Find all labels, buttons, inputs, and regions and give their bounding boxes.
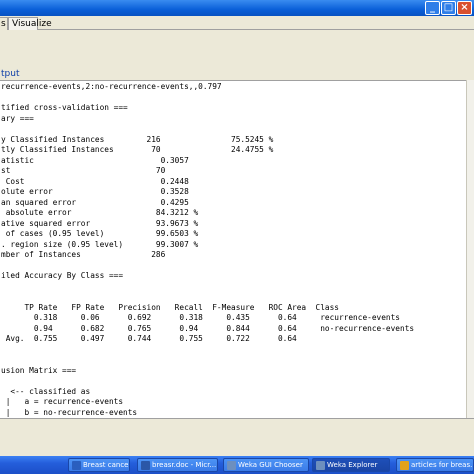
taskbar-item-label: Weka GUI Chooser: [238, 461, 303, 469]
weka-icon: [227, 461, 236, 470]
document-icon: [72, 461, 81, 470]
output-line: an squared error 0.4295: [1, 197, 189, 207]
tab-strip: s Visualize: [0, 16, 474, 30]
output-line: y Classified Instances 216 75.5245 %: [1, 134, 274, 144]
taskbar-item-breast-cancer[interactable]: Breast cancer oc...: [68, 458, 130, 472]
taskbar-item-articles[interactable]: articles for breas...: [396, 458, 474, 472]
tab-previous[interactable]: s: [0, 17, 8, 30]
taskbar-item-label: Weka Explorer: [327, 461, 378, 469]
output-line: usion Matrix ===: [1, 365, 77, 375]
output-line: Avg. 0.755 0.497 0.744 0.755 0.722 0.64: [1, 334, 297, 343]
output-line: . region size (0.95 level) 99.3007 %: [1, 239, 199, 249]
close-button[interactable]: ×: [457, 1, 472, 15]
taskbar-item-label: breasr.doc - Micr...: [152, 461, 217, 469]
output-line: | b = no-recurrence-events: [1, 407, 138, 417]
taskbar-item-weka-explorer[interactable]: Weka Explorer: [312, 458, 390, 472]
output-line: | a = recurrence-events: [1, 397, 124, 406]
taskbar-item-label: articles for breas...: [411, 461, 474, 469]
taskbar-item-word-doc[interactable]: breasr.doc - Micr...: [137, 458, 218, 472]
classifier-output-text: recurrence-events,2:no-recurrence-events…: [1, 82, 414, 418]
toolbar-area: [0, 30, 474, 68]
output-line: Cost 0.2448: [1, 176, 189, 186]
output-line: atistic 0.3057: [1, 155, 189, 165]
output-line: iled Accuracy By Class ===: [1, 271, 124, 280]
maximize-button[interactable]: □: [441, 1, 456, 15]
output-line: TP Rate FP Rate Precision Recall F-Measu…: [1, 302, 339, 312]
weka-icon: [316, 461, 325, 470]
output-line: ary ===: [1, 113, 34, 123]
output-line: 0.318 0.06 0.692 0.318 0.435 0.64 recurr…: [1, 313, 401, 322]
output-line: of cases (0.95 level) 99.6503 %: [1, 229, 199, 238]
output-line: olute error 0.3528: [1, 187, 189, 196]
window-controls: _ □ ×: [425, 1, 472, 15]
word-icon: [141, 461, 150, 470]
output-line: st 70: [1, 166, 166, 175]
taskbar-item-label: Breast cancer oc...: [83, 461, 130, 469]
output-line: 0.94 0.682 0.765 0.94 0.844 0.64 no-recu…: [1, 323, 415, 333]
output-line: tified cross-validation ===: [1, 103, 128, 112]
output-line: tly Classified Instances 70 24.4755 %: [1, 145, 274, 154]
tab-visualize[interactable]: Visualize: [8, 17, 52, 30]
window-title-bar[interactable]: _ □ ×: [0, 0, 474, 16]
output-line: recurrence-events,2:no-recurrence-events…: [1, 82, 222, 91]
output-line: ative squared error 93.9673 %: [1, 218, 199, 228]
output-line: <-- classified as: [1, 386, 91, 396]
status-area: [0, 418, 474, 456]
folder-icon: [400, 461, 409, 470]
minimize-button[interactable]: _: [425, 1, 440, 15]
classifier-output-area[interactable]: recurrence-events,2:no-recurrence-events…: [0, 80, 466, 418]
taskbar-item-weka-gui-chooser[interactable]: Weka GUI Chooser: [223, 458, 309, 472]
vertical-scrollbar[interactable]: [466, 80, 474, 418]
output-line: mber of Instances 286: [1, 250, 166, 259]
output-line: absolute error 84.3212 %: [1, 208, 199, 217]
output-panel-title: tput: [0, 68, 474, 80]
taskbar: Breast cancer oc... breasr.doc - Micr...…: [0, 456, 474, 474]
